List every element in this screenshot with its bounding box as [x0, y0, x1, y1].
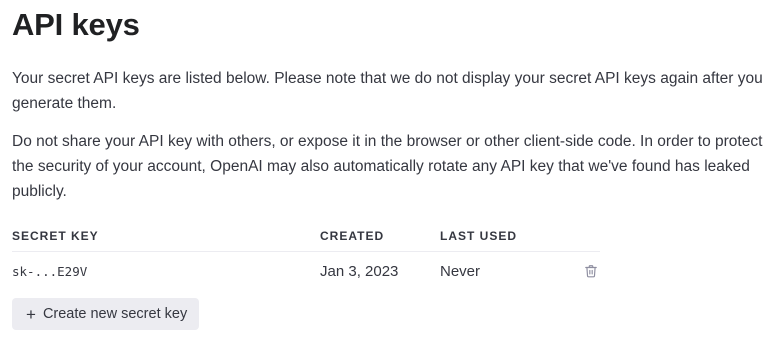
delete-key-button[interactable]	[584, 264, 600, 280]
intro-paragraph: Your secret API keys are listed below. P…	[12, 70, 763, 112]
secret-key-cell: sk-...E29V	[12, 252, 320, 291]
plus-icon: +	[26, 304, 36, 324]
last-used-cell: Never	[440, 262, 481, 280]
table-row: sk-...E29V Jan 3, 2023 Never	[12, 252, 600, 291]
created-date-cell: Jan 3, 2023	[320, 262, 399, 280]
security-paragraph: Do not share your API key with others, o…	[12, 133, 763, 200]
table-header-row: SECRET KEY CREATED LAST USED	[12, 229, 600, 252]
trash-icon	[585, 264, 597, 277]
page-title: API keys	[12, 7, 140, 42]
header-secret-key: SECRET KEY	[12, 229, 320, 252]
header-action	[580, 229, 600, 252]
header-created: CREATED	[320, 229, 440, 252]
create-new-secret-key-button[interactable]: + Create new secret key	[12, 298, 200, 330]
api-keys-table: SECRET KEY CREATED LAST USED sk-...E29V …	[12, 229, 600, 290]
header-last-used: LAST USED	[440, 229, 580, 252]
action-cell	[580, 252, 600, 291]
create-button-label: Create new secret key	[42, 306, 188, 322]
api-keys-page: API keys Your secret API keys are listed…	[12, 0, 772, 330]
secret-key-value: sk-...E29V	[12, 263, 88, 279]
